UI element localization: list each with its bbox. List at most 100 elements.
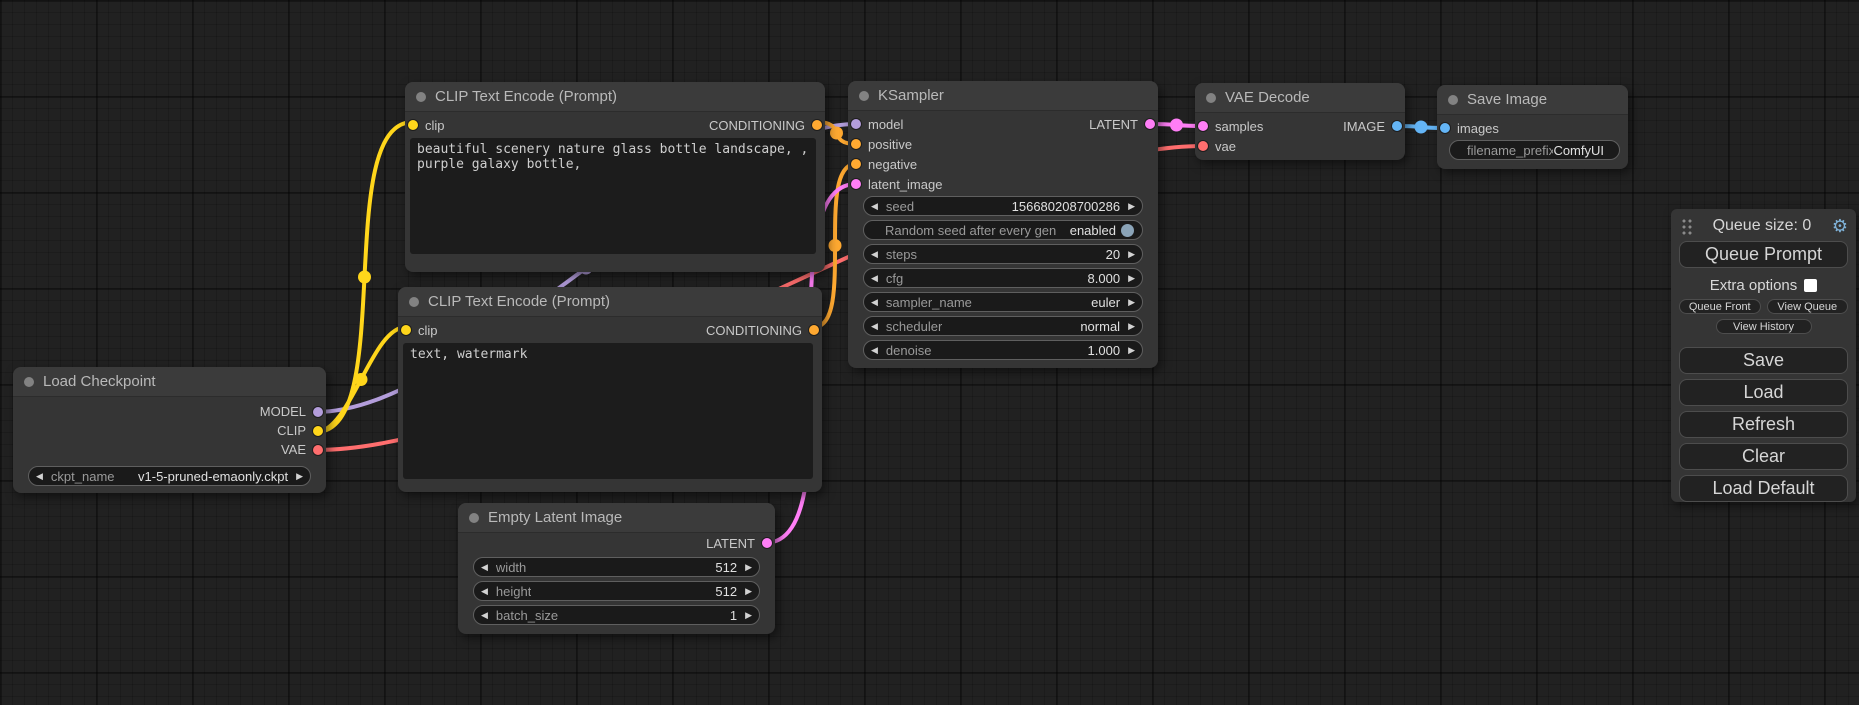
decrement-arrow-icon[interactable]: ◀ <box>871 201 878 212</box>
widget-label: cfg <box>886 271 903 286</box>
node-empty-latent-image[interactable]: Empty Latent Image LATENT ◀ width 512 ▶ … <box>458 503 775 634</box>
prompt-textarea[interactable]: beautiful scenery nature glass bottle la… <box>410 138 816 254</box>
widget-denoise[interactable]: ◀ denoise 1.000 ▶ <box>863 340 1143 360</box>
collapse-dot-icon[interactable] <box>24 377 34 387</box>
collapse-dot-icon[interactable] <box>409 297 419 307</box>
decrement-arrow-icon[interactable]: ◀ <box>36 471 43 482</box>
output-label-clip: CLIP <box>277 423 306 438</box>
link-midpoint-dot-clip-positive <box>358 271 371 284</box>
comfyui-canvas[interactable]: { "colors": { "model": "#b39ddb", "clip"… <box>0 0 1859 705</box>
output-port-latent[interactable] <box>1145 119 1155 129</box>
node-clip-text-encode-negative[interactable]: CLIP Text Encode (Prompt) clip CONDITION… <box>398 287 822 492</box>
decrement-arrow-icon[interactable]: ◀ <box>871 297 878 308</box>
node-title-bar[interactable]: CLIP Text Encode (Prompt) <box>398 287 822 317</box>
decrement-arrow-icon[interactable]: ◀ <box>481 562 488 573</box>
node-ksampler[interactable]: KSampler model LATENT positive negative … <box>848 81 1158 368</box>
widget-ckpt-name[interactable]: ◀ ckpt_name v1-5-pruned-emaonly.ckpt ▶ <box>28 466 311 486</box>
save-button[interactable]: Save <box>1679 347 1848 374</box>
input-port-clip[interactable] <box>408 120 418 130</box>
node-title-bar[interactable]: VAE Decode <box>1195 83 1405 113</box>
clear-button[interactable]: Clear <box>1679 443 1848 470</box>
increment-arrow-icon[interactable]: ▶ <box>1128 249 1135 260</box>
widget-width[interactable]: ◀ width 512 ▶ <box>473 557 760 577</box>
increment-arrow-icon[interactable]: ▶ <box>745 586 752 597</box>
node-title-bar[interactable]: Empty Latent Image <box>458 503 775 533</box>
widget-label: ckpt_name <box>51 469 115 484</box>
collapse-dot-icon[interactable] <box>1448 95 1458 105</box>
prompt-textarea[interactable]: text, watermark <box>403 343 813 479</box>
widget-random-seed[interactable]: Random seed after every gen enabled <box>863 220 1143 240</box>
link-midpoint-dot-conditioning-positive <box>830 127 843 140</box>
decrement-arrow-icon[interactable]: ◀ <box>871 273 878 284</box>
node-title-bar[interactable]: Load Checkpoint <box>13 367 326 397</box>
decrement-arrow-icon[interactable]: ◀ <box>481 610 488 621</box>
view-history-button[interactable]: View History <box>1716 319 1812 334</box>
node-title: VAE Decode <box>1225 89 1310 106</box>
node-load-checkpoint[interactable]: Load Checkpoint MODEL CLIP VAE ◀ ckpt_na… <box>13 367 326 493</box>
output-port-clip[interactable] <box>313 426 323 436</box>
load-button[interactable]: Load <box>1679 379 1848 406</box>
node-save-image[interactable]: Save Image images filename_prefix ComfyU… <box>1437 85 1628 169</box>
increment-arrow-icon[interactable]: ▶ <box>1128 273 1135 284</box>
input-port-vae[interactable] <box>1198 141 1208 151</box>
widget-height[interactable]: ◀ height 512 ▶ <box>473 581 760 601</box>
increment-arrow-icon[interactable]: ▶ <box>296 471 303 482</box>
node-vae-decode[interactable]: VAE Decode samples IMAGE vae <box>1195 83 1405 160</box>
collapse-dot-icon[interactable] <box>416 92 426 102</box>
widget-scheduler[interactable]: ◀ scheduler normal ▶ <box>863 316 1143 336</box>
queue-size-label: Queue size: 0 <box>1692 217 1832 235</box>
node-title-bar[interactable]: CLIP Text Encode (Prompt) <box>405 82 825 112</box>
extra-options-checkbox[interactable] <box>1804 279 1817 292</box>
collapse-dot-icon[interactable] <box>1206 93 1216 103</box>
node-title-bar[interactable]: KSampler <box>848 81 1158 111</box>
toggle-icon[interactable] <box>1121 224 1134 237</box>
output-port-conditioning[interactable] <box>809 325 819 335</box>
increment-arrow-icon[interactable]: ▶ <box>1128 297 1135 308</box>
output-port-conditioning[interactable] <box>812 120 822 130</box>
view-queue-button[interactable]: View Queue <box>1767 299 1849 314</box>
widget-sampler-name[interactable]: ◀ sampler_name euler ▶ <box>863 292 1143 312</box>
increment-arrow-icon[interactable]: ▶ <box>1128 345 1135 356</box>
drag-handle-icon[interactable] <box>1681 217 1692 235</box>
input-port-images[interactable] <box>1440 123 1450 133</box>
collapse-dot-icon[interactable] <box>859 91 869 101</box>
input-label-latent-image: latent_image <box>868 177 942 192</box>
refresh-button[interactable]: Refresh <box>1679 411 1848 438</box>
increment-arrow-icon[interactable]: ▶ <box>1128 321 1135 332</box>
widget-value: v1-5-pruned-emaonly.ckpt <box>138 469 288 484</box>
output-port-image[interactable] <box>1392 121 1402 131</box>
output-port-vae[interactable] <box>313 445 323 455</box>
widget-label: scheduler <box>886 319 942 334</box>
output-label-model: MODEL <box>260 404 306 419</box>
input-port-positive[interactable] <box>851 139 861 149</box>
widget-seed[interactable]: ◀ seed 156680208700286 ▶ <box>863 196 1143 216</box>
node-title-bar[interactable]: Save Image <box>1437 85 1628 115</box>
output-port-model[interactable] <box>313 407 323 417</box>
output-port-latent[interactable] <box>762 538 772 548</box>
increment-arrow-icon[interactable]: ▶ <box>745 610 752 621</box>
settings-gear-icon[interactable]: ⚙ <box>1832 217 1848 235</box>
input-port-clip[interactable] <box>401 325 411 335</box>
input-port-model[interactable] <box>851 119 861 129</box>
queue-front-button[interactable]: Queue Front <box>1679 299 1761 314</box>
widget-cfg[interactable]: ◀ cfg 8.000 ▶ <box>863 268 1143 288</box>
widget-steps[interactable]: ◀ steps 20 ▶ <box>863 244 1143 264</box>
input-port-negative[interactable] <box>851 159 861 169</box>
decrement-arrow-icon[interactable]: ◀ <box>871 321 878 332</box>
widget-filename-prefix[interactable]: filename_prefix ComfyUI <box>1449 140 1620 160</box>
collapse-dot-icon[interactable] <box>469 513 479 523</box>
queue-prompt-button[interactable]: Queue Prompt <box>1679 241 1848 268</box>
widget-value: euler <box>1091 295 1120 310</box>
widget-value: enabled <box>1070 223 1116 238</box>
input-port-samples[interactable] <box>1198 121 1208 131</box>
load-default-button[interactable]: Load Default <box>1679 475 1848 502</box>
node-clip-text-encode-positive[interactable]: CLIP Text Encode (Prompt) clip CONDITION… <box>405 82 825 272</box>
input-port-latent-image[interactable] <box>851 179 861 189</box>
widget-batch-size[interactable]: ◀ batch_size 1 ▶ <box>473 605 760 625</box>
increment-arrow-icon[interactable]: ▶ <box>1128 201 1135 212</box>
widget-value: 512 <box>715 584 737 599</box>
decrement-arrow-icon[interactable]: ◀ <box>871 345 878 356</box>
increment-arrow-icon[interactable]: ▶ <box>745 562 752 573</box>
decrement-arrow-icon[interactable]: ◀ <box>871 249 878 260</box>
decrement-arrow-icon[interactable]: ◀ <box>481 586 488 597</box>
